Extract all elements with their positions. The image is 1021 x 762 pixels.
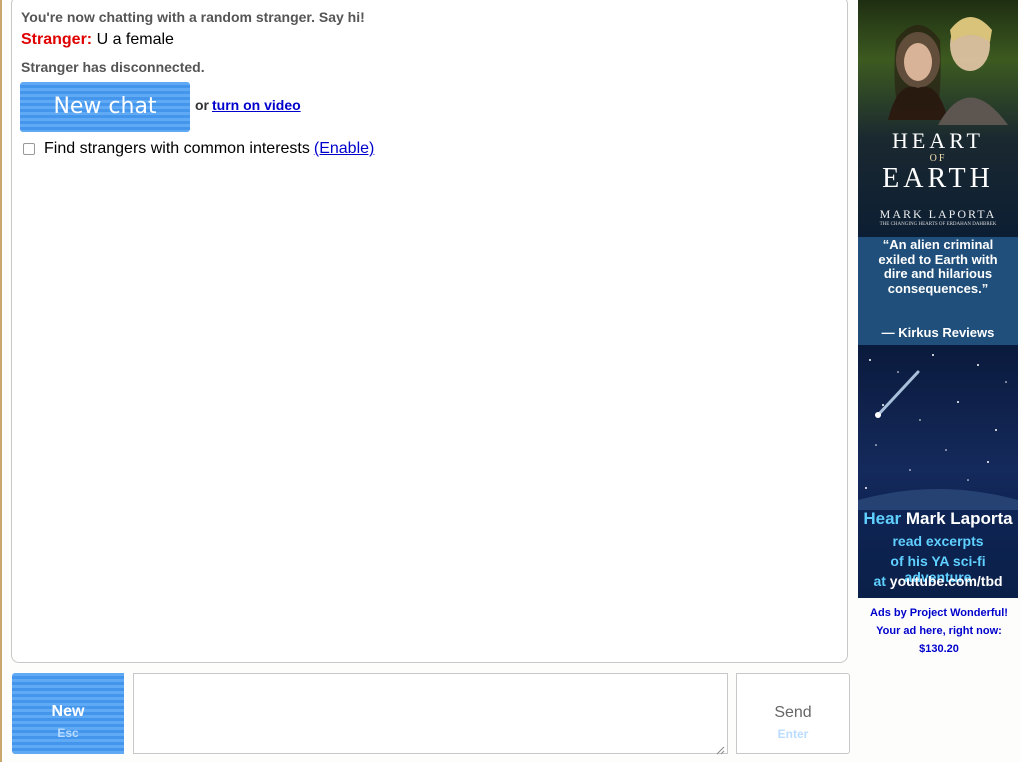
interests-label: Find strangers with common interests <box>44 140 310 157</box>
ad-book-title-earth: EARTH <box>882 163 994 194</box>
disconnected-status: Stranger has disconnected. <box>21 59 205 75</box>
ad-url-prefix: at <box>873 573 890 589</box>
ad-read-excerpts: read excerpts <box>892 533 984 549</box>
interests-checkbox[interactable] <box>23 143 35 155</box>
new-button-label: New <box>51 703 85 720</box>
book-advertisement[interactable]: HEART OF EARTH MARK LAPORTA THE CHANGING… <box>858 0 1018 598</box>
ad-url-line: at youtube.com/tbd <box>858 573 1018 589</box>
ad-book-title: HEART <box>891 128 984 153</box>
new-button-shortcut: Esc <box>57 726 79 740</box>
window-edge <box>0 0 2 762</box>
ad-url: youtube.com/tbd <box>889 573 1003 589</box>
new-chat-button[interactable]: New chat <box>20 82 190 132</box>
ad-author: MARK LAPORTA <box>879 207 997 221</box>
send-button-label: Send <box>774 704 812 721</box>
interests-option: Find strangers with common interests (En… <box>23 140 374 158</box>
enable-interests-link[interactable]: (Enable) <box>314 140 374 158</box>
turn-on-video-link[interactable]: turn on video <box>212 97 301 113</box>
chat-log: You're now chatting with a random strang… <box>11 0 848 663</box>
message-input[interactable] <box>133 673 728 754</box>
send-button-shortcut: Enter <box>777 727 809 741</box>
video-option: or turn on video <box>195 97 301 113</box>
ad-hear-name: Mark Laporta <box>901 509 1013 528</box>
ad-credit-link[interactable]: Ads by Project Wonderful! Your ad here, … <box>858 604 1020 658</box>
ad-quote: “An alien criminal exiled to Earth with … <box>878 237 998 296</box>
new-button[interactable]: New Esc <box>12 673 124 754</box>
ad-hear-prefix: Hear <box>863 509 902 528</box>
ad-review-source: — Kirkus Reviews <box>881 325 995 340</box>
stranger-message-text: U a female <box>92 31 174 48</box>
resize-grip-icon[interactable] <box>716 742 725 755</box>
send-button[interactable]: Send Enter <box>736 673 850 754</box>
connected-status: You're now chatting with a random strang… <box>21 9 365 25</box>
ad-series: THE CHANGING HEARTS OF ERDAHAN DAHBREK <box>879 222 997 227</box>
ad-hear-line: Hear Mark Laporta <box>858 509 1018 529</box>
stranger-message: Stranger: U a female <box>21 31 174 49</box>
or-text: or <box>195 97 209 113</box>
stranger-label: Stranger: <box>21 31 93 48</box>
